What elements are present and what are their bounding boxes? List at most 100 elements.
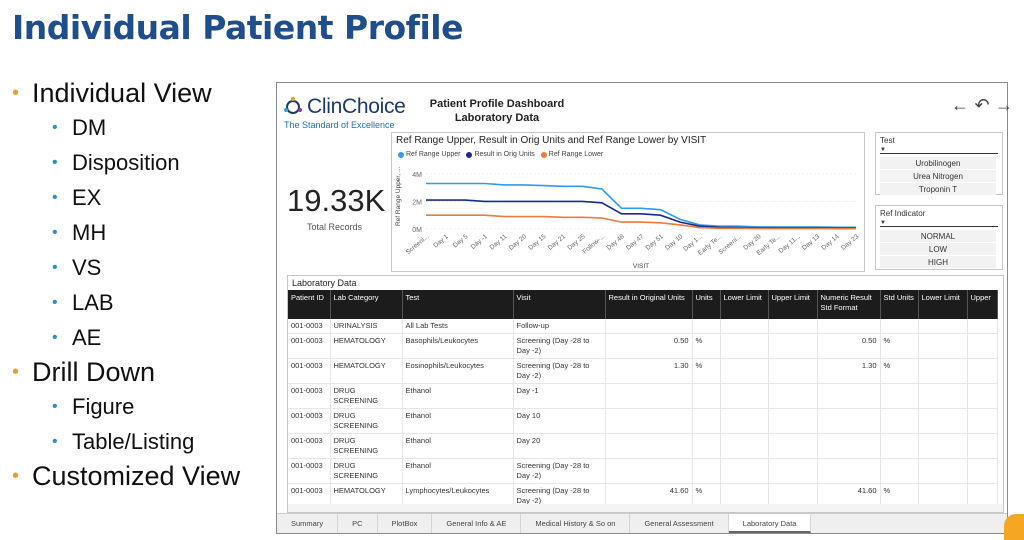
table-cell xyxy=(692,319,721,334)
column-header[interactable]: Upper xyxy=(967,290,998,319)
column-header[interactable]: Result in Original Units xyxy=(605,290,693,319)
sub-bullet-item: • Disposition xyxy=(12,145,274,180)
table-cell: DRUG SCREENING xyxy=(330,408,403,434)
table-cell xyxy=(918,358,968,384)
table-cell: Basophils/Leukocytes xyxy=(402,333,514,359)
chevron-down-icon: ▼ xyxy=(880,220,886,226)
column-header[interactable]: Numeric Result Std Format xyxy=(817,290,881,319)
table-row[interactable]: 001-0003 HEMATOLOGY Basophils/Leukocytes Sc… xyxy=(288,333,998,359)
table-cell xyxy=(967,333,998,359)
test-slicer-dropdown[interactable]: ▼ xyxy=(880,146,998,154)
tab-medical-history-so-on[interactable]: Medical History & So on xyxy=(521,514,631,533)
x-tick-label: Day 20 xyxy=(508,233,529,252)
series-line xyxy=(426,199,856,229)
slicer-option[interactable]: Urea Nitrogen xyxy=(880,170,996,183)
table-cell: 1.30 xyxy=(605,358,693,384)
slicer-option[interactable]: Troponin T xyxy=(880,183,996,196)
table-row[interactable]: 001-0003 DRUG SCREENING Ethanol Day 10 xyxy=(288,408,998,434)
slicer-option[interactable]: ABNORMAL xyxy=(880,269,996,270)
slide: Individual Patient Profile • Individual V… xyxy=(0,0,1024,540)
table-cell: % xyxy=(880,333,919,359)
bullet-dot-icon: • xyxy=(12,360,20,383)
table-cell: % xyxy=(880,358,919,384)
tab-laboratory-data[interactable]: Laboratory Data xyxy=(728,514,812,533)
column-header[interactable]: Std Units xyxy=(880,290,919,319)
ref-indicator-slicer-dropdown[interactable]: ▼ xyxy=(880,219,998,227)
sub-bullet-item: • Table/Listing xyxy=(12,424,274,459)
table-cell xyxy=(918,383,968,409)
x-tick-label: Follow-... xyxy=(581,233,606,255)
table-cell xyxy=(967,433,998,459)
table-cell: All Lab Tests xyxy=(402,319,514,334)
tab-general-assessment[interactable]: General Assessment xyxy=(630,514,729,533)
column-header[interactable]: Upper Limit xyxy=(768,290,818,319)
column-header[interactable]: Patient ID xyxy=(288,290,331,319)
sub-bullet-label: LAB xyxy=(72,289,114,315)
x-tick-label: Screeni... xyxy=(405,233,431,256)
sub-bullet-item: • AE xyxy=(12,320,274,355)
table-cell: 001-0003 xyxy=(288,458,331,484)
sub-bullet-label: DM xyxy=(72,114,107,140)
legend-swatch xyxy=(398,151,404,158)
line-chart-card[interactable]: 4M 2M 0M Ref Range Upper, ... Screeni... Day … xyxy=(391,132,865,272)
sub-bullet-item: • VS xyxy=(12,250,274,285)
tab-plotbox[interactable]: PlotBox xyxy=(378,514,433,533)
page-tabs: Summary PC PlotBox General Info & AE Medical… xyxy=(277,513,1007,533)
table-cell xyxy=(692,383,721,409)
column-header[interactable]: Test xyxy=(402,290,514,319)
slicer-option[interactable]: Urobilinogen xyxy=(880,157,996,170)
horizontal-scrollbar[interactable] xyxy=(288,504,1003,512)
y-axis-label: Ref Range Upper, ... xyxy=(395,167,402,226)
x-tick-label: Day 1 xyxy=(432,233,450,250)
table-cell: Follow-up xyxy=(513,319,606,334)
table-cell: Screening (Day -28 to Day -2) xyxy=(513,333,606,359)
table-cell: 1.30 xyxy=(817,358,881,384)
slicer-option[interactable]: LOW xyxy=(880,243,996,256)
table-cell xyxy=(768,383,818,409)
column-header[interactable]: Lab Category xyxy=(330,290,403,319)
table-cell xyxy=(692,433,721,459)
table-cell: Ethanol xyxy=(402,408,514,434)
bullet-label: Customized View xyxy=(32,460,241,491)
dashboard-header: Patient Profile Dashboard Laboratory Dat… xyxy=(417,97,577,125)
bullet-dot-icon: • xyxy=(52,432,58,450)
test-slicer[interactable]: Test ▼ Urobilinogen Urea Nitrogen Troponin… xyxy=(875,132,1003,196)
ref-indicator-slicer[interactable]: Ref Indicator ▼ NORMALLOWHIGHABNORMAL xyxy=(875,205,1003,270)
tab-summary[interactable]: Summary xyxy=(277,514,339,533)
tab-general-info-ae[interactable]: General Info & AE xyxy=(432,514,522,533)
test-slicer-items: Urobilinogen Urea Nitrogen Troponin T xyxy=(876,154,1002,196)
column-header[interactable]: Units xyxy=(692,290,721,319)
column-header[interactable]: Lower Limit xyxy=(918,290,968,319)
ref-indicator-slicer-title: Ref Indicator xyxy=(880,209,926,218)
table-cell: Ethanol xyxy=(402,458,514,484)
slicer-option[interactable]: NORMAL xyxy=(880,230,996,243)
x-tick-label: Day 13 xyxy=(801,233,822,252)
tab-pc[interactable]: PC xyxy=(338,514,378,533)
x-tick-label: Day 47 xyxy=(625,233,646,252)
table-cell xyxy=(720,408,769,434)
dashboard-title: Patient Profile Dashboard xyxy=(429,98,565,110)
column-header[interactable]: Lower Limit xyxy=(720,290,769,319)
sub-bullet-item: • EX xyxy=(12,180,274,215)
table-cell xyxy=(880,383,919,409)
table-cell: 001-0003 xyxy=(288,358,331,384)
table-row[interactable]: 001-0003 DRUG SCREENING Ethanol Screening (… xyxy=(288,458,998,484)
table-cell: 0.50 xyxy=(605,333,693,359)
lab-data-table-card: Laboratory Data Patient ID Lab Category Te… xyxy=(287,275,1004,513)
table-cell xyxy=(880,319,919,334)
table-cell xyxy=(967,358,998,384)
table-cell xyxy=(817,458,881,484)
back-arrow-icon[interactable]: ← xyxy=(951,95,969,116)
sub-bullet-item: • LAB xyxy=(12,285,274,320)
slicer-option[interactable]: HIGH xyxy=(880,256,996,269)
table-row[interactable]: 001-0003 DRUG SCREENING Ethanol Day 20 xyxy=(288,433,998,459)
column-header[interactable]: Visit xyxy=(513,290,606,319)
table-row[interactable]: 001-0003 URINALYSIS All Lab Tests Follow-up xyxy=(288,319,998,334)
table-row[interactable]: 001-0003 DRUG SCREENING Ethanol Day -1 xyxy=(288,383,998,409)
table-cell: URINALYSIS xyxy=(330,319,403,334)
table-row[interactable]: 001-0003 HEMATOLOGY Eosinophils/Leukocytes… xyxy=(288,358,998,384)
undo-icon[interactable]: ↶ xyxy=(973,95,991,116)
table-cell: DRUG SCREENING xyxy=(330,458,403,484)
legend-swatch xyxy=(466,151,473,158)
forward-arrow-icon[interactable]: → xyxy=(995,95,1013,116)
